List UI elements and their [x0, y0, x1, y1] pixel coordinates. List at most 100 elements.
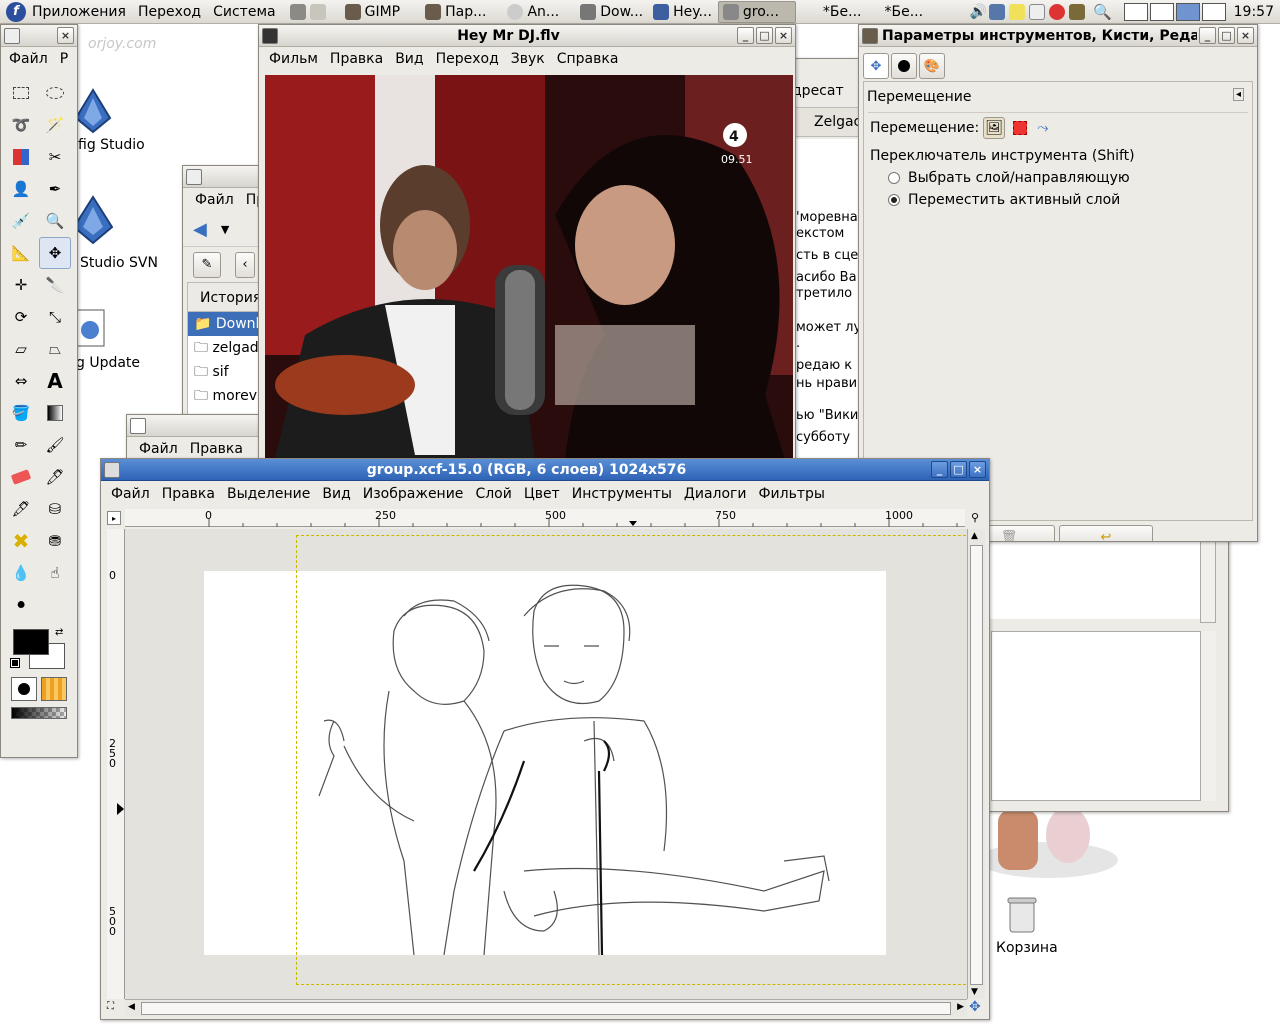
software-update-icon[interactable]: [72, 308, 118, 354]
network-icon[interactable]: [988, 3, 1005, 20]
menu-colors[interactable]: Цвет: [518, 486, 566, 502]
pencil-tool[interactable]: ✏: [5, 429, 37, 461]
text-tool[interactable]: A: [39, 365, 71, 397]
taskbar-item-downloads[interactable]: Dow...: [576, 1, 647, 23]
radio-pick-layer[interactable]: [888, 172, 900, 184]
fedora-logo-icon[interactable]: f: [6, 1, 26, 22]
measure-tool[interactable]: 📐: [5, 237, 37, 269]
blend-tool[interactable]: [39, 397, 71, 429]
notes-icon[interactable]: [1008, 3, 1025, 20]
fuzzy-select-tool[interactable]: 🪄: [39, 109, 71, 141]
close-button[interactable]: ×: [969, 461, 986, 478]
rotate-tool[interactable]: ⟳: [5, 301, 37, 333]
trash-label[interactable]: Корзина: [996, 940, 1058, 956]
default-colors-icon[interactable]: [10, 658, 20, 668]
menu-image[interactable]: Изображение: [357, 486, 470, 502]
ellipse-select-tool[interactable]: [39, 77, 71, 109]
minimize-button[interactable]: _: [1199, 27, 1216, 44]
option-pick-layer[interactable]: Выбрать слой/направляющую: [868, 167, 1248, 189]
menu-r[interactable]: Р: [54, 51, 74, 67]
image-titlebar[interactable]: group.xcf-15.0 (RGB, 6 слоев) 1024x576 _…: [101, 459, 989, 481]
taskbar-item-editor2[interactable]: *Бе...: [880, 1, 927, 23]
close-button[interactable]: ×: [57, 27, 74, 44]
move-layer-button[interactable]: 🖼: [983, 117, 1006, 139]
perspective-tool[interactable]: ⏢: [39, 333, 71, 365]
align-tool[interactable]: ✛: [5, 269, 37, 301]
scale-tool[interactable]: ⤡: [39, 301, 71, 333]
volume-icon[interactable]: 🔊: [970, 4, 987, 20]
video-frame[interactable]: 4 09.51: [265, 75, 793, 459]
menu-edit[interactable]: Правка: [184, 441, 249, 457]
mail-icon[interactable]: [1028, 3, 1045, 20]
shear-tool[interactable]: ▱: [5, 333, 37, 365]
search-icon[interactable]: 🔍: [1093, 3, 1112, 21]
clock[interactable]: 19:57: [1234, 4, 1274, 20]
navigation-icon[interactable]: ✥: [969, 999, 981, 1015]
dodge-burn-tool[interactable]: ⚫: [5, 589, 37, 621]
path-left-button[interactable]: ‹: [235, 251, 255, 278]
menu-tools[interactable]: Инструменты: [566, 486, 678, 502]
airbrush-tool[interactable]: 🖊: [39, 461, 71, 493]
tab-tool-options[interactable]: ✥: [863, 53, 889, 79]
flip-tool[interactable]: ⇔: [5, 365, 37, 397]
browser-tab[interactable]: дресат: [792, 83, 844, 99]
paintbrush-tool[interactable]: 🖌: [39, 429, 71, 461]
player-titlebar[interactable]: Hey Mr DJ.flv _ □ ×: [259, 25, 795, 47]
workspace-1[interactable]: [1123, 2, 1148, 21]
desktop-icon-label[interactable]: fig Studio: [78, 137, 145, 153]
browser-tab-2[interactable]: Zelgac: [814, 114, 861, 130]
menu-file[interactable]: Файл: [133, 441, 184, 457]
maximize-button[interactable]: □: [1218, 27, 1235, 44]
menu-file[interactable]: Файл: [105, 486, 156, 502]
workspace-2[interactable]: [1149, 2, 1174, 21]
maximize-button[interactable]: □: [950, 461, 967, 478]
browser-scrollbar[interactable]: [1200, 539, 1216, 623]
color-select-tool[interactable]: [5, 141, 37, 173]
minimize-button[interactable]: _: [931, 461, 948, 478]
vertical-ruler[interactable]: 0 250 500: [107, 529, 125, 999]
back-arrow-icon[interactable]: ◀: [193, 219, 207, 240]
clone-tool[interactable]: ⛁: [39, 493, 71, 525]
eraser-tool[interactable]: [5, 461, 37, 493]
move-tool[interactable]: ✥: [39, 237, 71, 269]
brush-preview[interactable]: [11, 677, 37, 701]
menu-sound[interactable]: Звук: [505, 51, 551, 67]
menu-file[interactable]: Файл: [189, 192, 240, 208]
minimize-button[interactable]: _: [737, 27, 754, 44]
tab-brushes[interactable]: [891, 53, 917, 79]
tool-options-titlebar[interactable]: Параметры инструментов, Кисти, Реда _ □ …: [859, 25, 1257, 47]
scroll-thumb[interactable]: [141, 1002, 951, 1015]
trash-icon[interactable]: [1004, 894, 1040, 934]
menu-movie[interactable]: Фильм: [263, 51, 324, 67]
blur-tool[interactable]: 💧: [5, 557, 37, 589]
applet-icon[interactable]: [1068, 3, 1085, 20]
places-menu[interactable]: Переход: [132, 4, 207, 20]
color-area[interactable]: ⇄: [10, 627, 77, 677]
scissors-tool[interactable]: ✂: [39, 141, 71, 173]
menu-filters[interactable]: Фильтры: [753, 486, 831, 502]
paths-tool[interactable]: ✒: [39, 173, 71, 205]
heal-tool[interactable]: ✖: [5, 525, 37, 557]
vertical-scrollbar[interactable]: ▲ ▼: [967, 529, 985, 999]
scroll-thumb[interactable]: [970, 545, 983, 985]
smudge-tool[interactable]: ☝: [39, 557, 71, 589]
menu-file[interactable]: Файл: [3, 51, 54, 67]
maximize-button[interactable]: □: [756, 27, 773, 44]
system-menu[interactable]: Система: [207, 4, 281, 20]
option-move-active[interactable]: Переместить активный слой: [868, 189, 1248, 211]
menu-layer[interactable]: Слой: [469, 486, 517, 502]
menu-select[interactable]: Выделение: [221, 486, 316, 502]
pane-splitter[interactable]: [1200, 631, 1216, 801]
close-button[interactable]: ×: [1237, 27, 1254, 44]
move-selection-button[interactable]: [1013, 121, 1028, 135]
workspace-switcher[interactable]: [1123, 2, 1226, 21]
foreground-color[interactable]: [13, 629, 49, 655]
toolbox-titlebar[interactable]: ×: [1, 25, 77, 47]
menu-dialogs[interactable]: Диалоги: [678, 486, 753, 502]
menu-go[interactable]: Переход: [430, 51, 505, 67]
rect-select-tool[interactable]: [5, 77, 37, 109]
workspace-4[interactable]: [1201, 2, 1226, 21]
launcher-icon[interactable]: [289, 3, 306, 20]
close-button[interactable]: ×: [775, 27, 792, 44]
chevron-down-icon[interactable]: ▼: [221, 223, 229, 236]
